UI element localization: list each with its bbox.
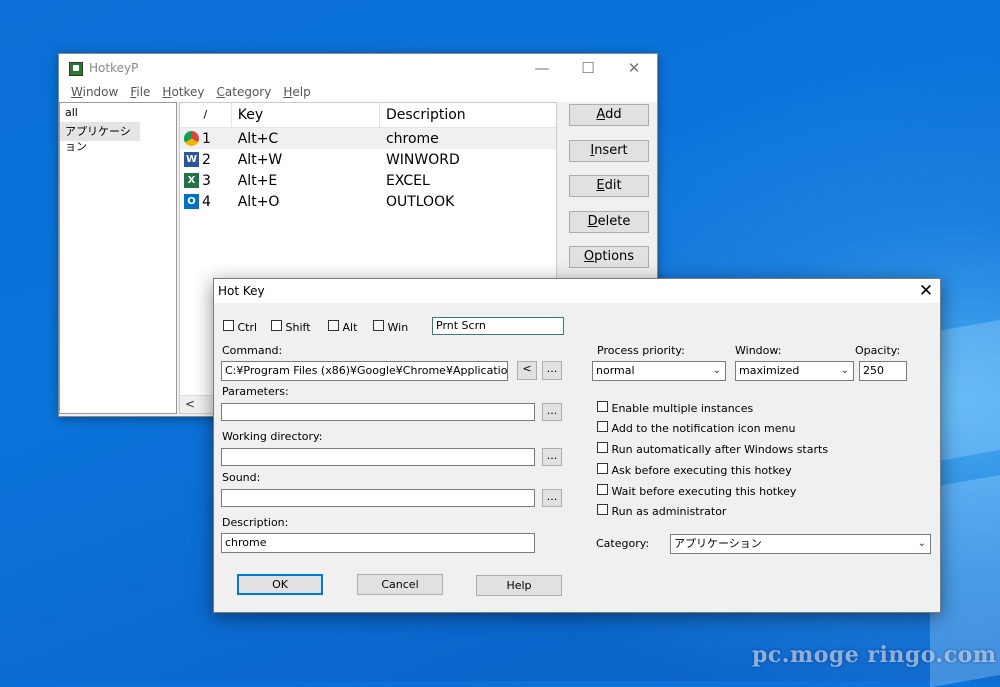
row-key: Alt+E <box>237 172 278 189</box>
menu-help[interactable]: Help <box>277 82 316 102</box>
chevron-down-icon: ⌄ <box>917 538 926 549</box>
minimize-button[interactable]: — <box>519 54 565 82</box>
description-label: Description: <box>222 516 289 529</box>
menu-file[interactable]: File <box>124 82 156 102</box>
hotkey-input[interactable]: Prnt Scrn <box>432 317 564 335</box>
menu-hotkey[interactable]: Hotkey <box>156 82 210 102</box>
excel-icon: X <box>184 173 199 188</box>
add-button[interactable]: Add <box>569 104 649 126</box>
option-ask-before-executing[interactable]: Ask before executing this hotkey <box>597 463 792 477</box>
column-header-description[interactable]: Description <box>380 103 556 127</box>
edit-button[interactable]: Edit <box>569 175 649 197</box>
table-row[interactable]: O4 Alt+O OUTLOOK <box>180 191 556 212</box>
working-directory-input[interactable] <box>221 448 535 466</box>
help-button[interactable]: Help <box>476 575 562 596</box>
parameters-browse-button[interactable]: ... <box>542 403 562 421</box>
menu-window[interactable]: Window <box>65 82 124 102</box>
outlook-icon: O <box>184 194 199 209</box>
shift-checkbox[interactable]: Shift <box>271 320 311 334</box>
dialog-titlebar: Hot Key ✕ <box>214 279 940 303</box>
working-directory-browse-button[interactable]: ... <box>542 448 562 466</box>
row-description: WINWORD <box>385 151 460 168</box>
cancel-button[interactable]: Cancel <box>357 574 443 595</box>
row-description: chrome <box>385 130 439 147</box>
chevron-down-icon: ⌄ <box>712 365 721 376</box>
process-priority-label: Process priority: <box>597 344 685 357</box>
insert-button[interactable]: Insert <box>569 140 649 162</box>
column-header-number[interactable]: / <box>180 103 232 127</box>
scroll-left-icon[interactable]: < <box>185 396 195 413</box>
row-number: 2 <box>202 151 211 168</box>
maximize-button[interactable]: ☐ <box>565 54 611 82</box>
row-number: 1 <box>202 130 211 147</box>
category-list[interactable]: all アプリケーション <box>59 102 177 414</box>
app-icon <box>69 62 83 76</box>
site-watermark: pc.moge ringo.com <box>752 642 997 668</box>
option-run-as-administrator[interactable]: Run as administrator <box>597 504 726 518</box>
row-key: Alt+C <box>237 130 279 147</box>
table-row[interactable]: X3 Alt+E EXCEL <box>180 170 556 191</box>
menubar: Window File Hotkey Category Help <box>59 82 657 102</box>
table-row[interactable]: W2 Alt+W WINWORD <box>180 149 556 170</box>
main-titlebar: HotkeyP — ☐ ✕ <box>59 54 657 82</box>
row-key: Alt+W <box>237 151 283 168</box>
hotkey-list-header: / Key Description <box>180 103 556 128</box>
process-priority-select[interactable]: normal ⌄ <box>592 361 726 381</box>
sound-label: Sound: <box>222 471 261 484</box>
dialog-title: Hot Key <box>218 284 265 298</box>
option-enable-multiple-instances[interactable]: Enable multiple instances <box>597 401 753 415</box>
option-run-at-startup[interactable]: Run automatically after Windows starts <box>597 442 828 456</box>
command-browse-button[interactable]: ... <box>542 361 562 380</box>
win-checkbox[interactable]: Win <box>373 320 408 334</box>
command-input[interactable]: C:¥Program Files (x86)¥Google¥Chrome¥App… <box>221 361 508 381</box>
ctrl-checkbox[interactable]: Ctrl <box>223 320 257 334</box>
column-header-key[interactable]: Key <box>232 103 380 127</box>
option-add-to-notification-menu[interactable]: Add to the notification icon menu <box>597 421 795 435</box>
chrome-icon <box>184 131 199 146</box>
dialog-close-icon[interactable]: ✕ <box>916 280 936 302</box>
description-input[interactable]: chrome <box>221 533 535 553</box>
row-key: Alt+O <box>237 193 280 210</box>
table-row[interactable]: 1 Alt+C chrome <box>180 128 556 149</box>
category-item-applications[interactable]: アプリケーション <box>60 122 140 153</box>
category-item-all[interactable]: all <box>60 103 176 122</box>
parameters-label: Parameters: <box>222 385 289 398</box>
row-number: 3 <box>202 172 211 189</box>
parameters-input[interactable] <box>221 403 535 421</box>
chevron-down-icon: ⌄ <box>840 365 849 376</box>
working-directory-label: Working directory: <box>222 430 323 443</box>
option-wait-before-executing[interactable]: Wait before executing this hotkey <box>597 484 796 498</box>
command-label: Command: <box>222 344 283 357</box>
ok-button[interactable]: OK <box>237 574 323 595</box>
row-number: 4 <box>202 193 211 210</box>
hot-key-dialog: Hot Key ✕ Ctrl Shift Alt Win Prnt Scrn C… <box>213 278 941 613</box>
sound-browse-button[interactable]: ... <box>542 489 562 507</box>
options-button[interactable]: Options <box>569 246 649 268</box>
close-button[interactable]: ✕ <box>611 54 657 82</box>
row-description: EXCEL <box>385 172 430 189</box>
window-state-select[interactable]: maximized ⌄ <box>735 361 854 381</box>
word-icon: W <box>184 152 199 167</box>
window-label: Window: <box>735 344 782 357</box>
row-description: OUTLOOK <box>385 193 455 210</box>
alt-checkbox[interactable]: Alt <box>328 320 357 334</box>
sound-input[interactable] <box>221 489 535 507</box>
command-back-button[interactable]: < <box>517 361 537 380</box>
delete-button[interactable]: Delete <box>569 211 649 233</box>
opacity-label: Opacity: <box>855 344 901 357</box>
menu-category[interactable]: Category <box>211 82 278 102</box>
category-select[interactable]: アプリケーション ⌄ <box>670 534 931 554</box>
opacity-input[interactable]: 250 <box>859 361 907 381</box>
main-window-title: HotkeyP <box>89 61 139 75</box>
category-label: Category: <box>596 537 650 550</box>
